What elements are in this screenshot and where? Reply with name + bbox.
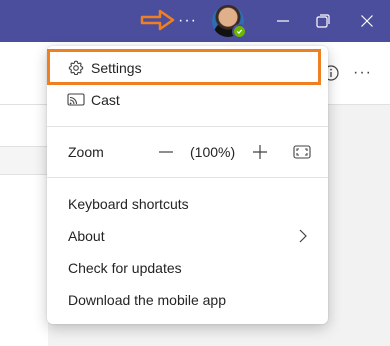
menu-item-check-for-updates[interactable]: Check for updates [47,252,328,284]
minus-icon [159,151,173,153]
annotation-arrow-icon [140,9,175,31]
status-available-icon [232,24,247,39]
minimize-button[interactable] [270,8,296,34]
restore-icon [316,14,330,28]
menu-item-download-mobile-app[interactable]: Download the mobile app [47,284,328,316]
menu-item-settings[interactable]: Settings [47,52,328,84]
about-label: About [68,228,105,244]
cast-icon [67,91,85,109]
content-pane [0,105,48,346]
title-bar: ··· [0,0,390,42]
menu-item-settings-label: Settings [91,60,142,76]
menu-divider [47,177,328,178]
check-for-updates-label: Check for updates [68,260,182,276]
zoom-out-button[interactable] [156,143,176,161]
zoom-in-button[interactable] [250,143,270,161]
download-mobile-app-label: Download the mobile app [68,292,226,308]
chevron-right-icon [299,229,307,243]
fullscreen-icon [293,145,311,159]
teams-app: ··· ··· Settings Cast Zoom (100%) Keyboa… [0,0,390,346]
menu-divider [47,126,328,127]
menu-item-about[interactable]: About [47,220,328,252]
menu-item-cast[interactable]: Cast [47,84,328,116]
keyboard-shortcuts-label: Keyboard shortcuts [68,196,189,212]
zoom-level-value: (100%) [190,144,236,160]
menu-item-keyboard-shortcuts[interactable]: Keyboard shortcuts [47,188,328,220]
toolbar-more-button[interactable]: ··· [353,65,372,81]
avatar[interactable] [212,5,247,39]
settings-and-more-menu: Settings Cast Zoom (100%) Keyboard short… [47,46,328,324]
gear-icon [67,59,85,77]
plus-icon [253,145,267,159]
menu-item-cast-label: Cast [91,92,120,108]
close-button[interactable] [354,8,380,34]
minimize-icon [277,20,289,22]
more-options-button[interactable]: ··· [178,13,196,29]
content-header-row [0,146,48,175]
zoom-label: Zoom [68,144,104,160]
restore-button[interactable] [310,8,336,34]
fullscreen-button[interactable] [292,143,312,161]
menu-item-zoom: Zoom (100%) [47,136,328,168]
close-icon [361,15,373,27]
